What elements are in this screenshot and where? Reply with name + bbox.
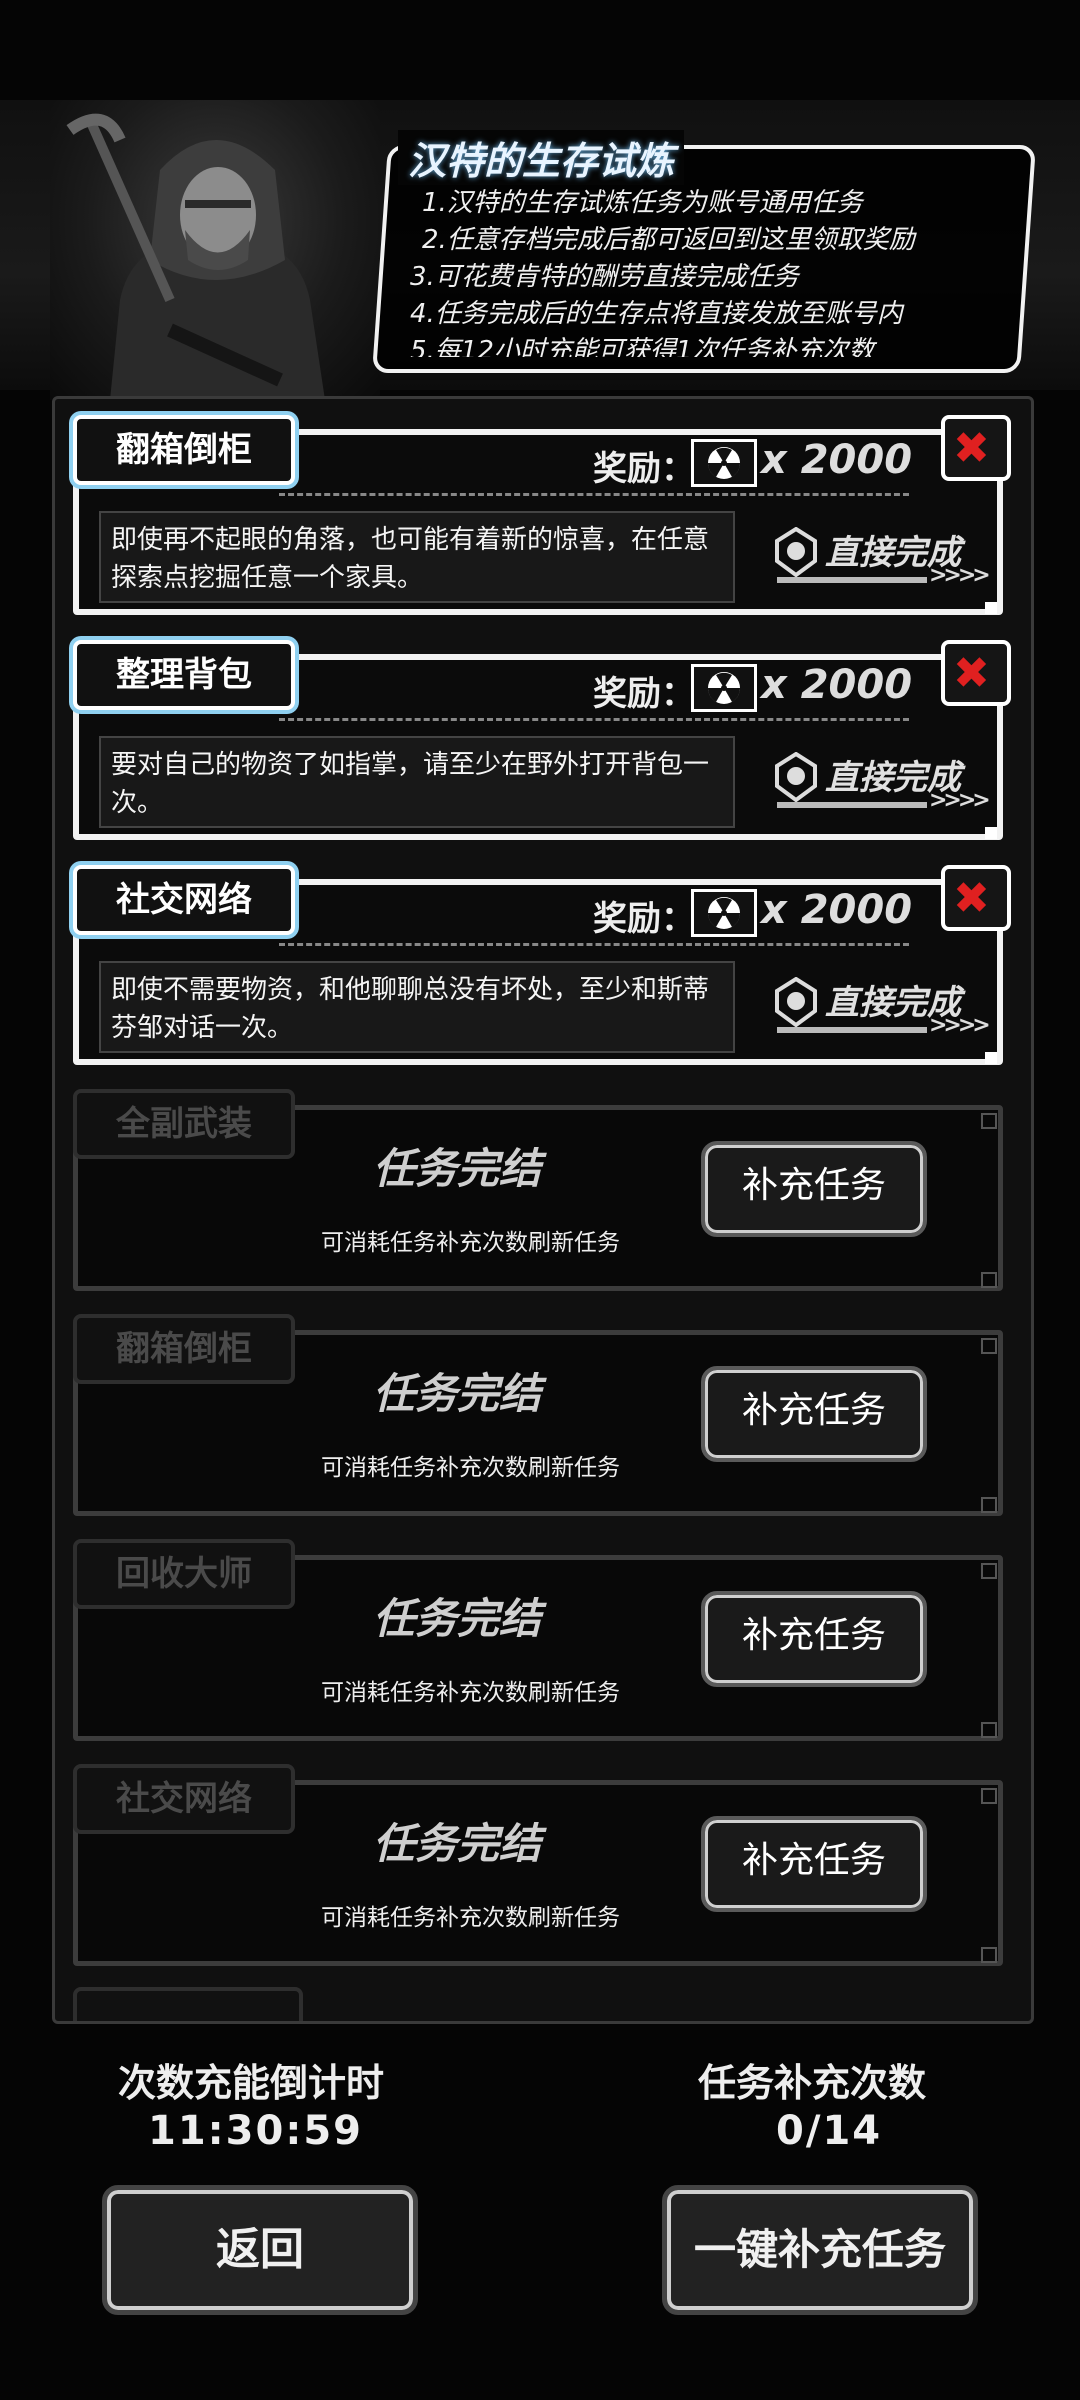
- corner-mark: [981, 1947, 997, 1963]
- task-name: 翻箱倒柜: [73, 415, 295, 485]
- task-name: 翻箱倒柜: [73, 1314, 295, 1384]
- task-name: 回收大师: [73, 1539, 295, 1609]
- complete-now-button[interactable]: 直接完成 >>>>: [773, 748, 991, 822]
- radiation-icon: [691, 439, 757, 487]
- corner-mark: [981, 1722, 997, 1738]
- task-status: 任务完结: [373, 1594, 542, 1643]
- countdown-label: 次数充能倒计时: [118, 2061, 385, 2105]
- close-x-icon[interactable]: ✖: [941, 640, 1011, 706]
- progress-bar: [777, 577, 927, 583]
- progress-bar: [777, 1027, 927, 1033]
- arrow-icon: >>>>: [929, 563, 991, 588]
- divider: [279, 943, 909, 946]
- next-task-card-partial: [73, 1987, 303, 2021]
- task-status: 任务完结: [373, 1819, 542, 1868]
- rule-item: 1.汉特的生存试炼任务为账号通用任务: [422, 188, 863, 218]
- task-hint: 可消耗任务补充次数刷新任务: [321, 1905, 620, 1931]
- corner-mark: [981, 1497, 997, 1513]
- corner-mark: [985, 827, 997, 839]
- task-description: 即使不需要物资，和他聊聊总没有坏处，至少和斯蒂芬邹对话一次。: [99, 961, 735, 1053]
- badge-icon: [773, 751, 819, 803]
- rule-item: 3.可花费肯特的酬劳直接完成任务: [410, 262, 799, 292]
- rules-list: 1.汉特的生存试炼任务为账号通用任务 2.任意存档完成后都可返回到这里领取奖励 …: [410, 185, 1010, 357]
- refill-count-value: 0/14: [776, 2108, 883, 2154]
- refill-count-label: 任务补充次数: [698, 2061, 927, 2105]
- task-card: 翻箱倒柜 ✖ 奖励： x 2000 即使再不起眼的角落，也可能有着新的惊喜，在任…: [73, 415, 1011, 618]
- task-card: 整理背包 ✖ 奖励： x 2000 要对自己的物资了如指掌，请至少在野外打开背包…: [73, 640, 1011, 843]
- reward-amount: x 2000: [761, 887, 913, 933]
- task-name: 全副武装: [73, 1089, 295, 1159]
- radiation-icon: [691, 889, 757, 937]
- corner-mark: [981, 1113, 997, 1129]
- finished-task-card: 翻箱倒柜 任务完结 可消耗任务补充次数刷新任务 补充任务: [73, 1314, 1011, 1519]
- refill-task-button[interactable]: 补充任务: [701, 1816, 927, 1912]
- corner-mark: [981, 1563, 997, 1579]
- task-status: 任务完结: [373, 1144, 542, 1193]
- divider: [279, 493, 909, 496]
- rule-item: 5.每12小时充能可获得1次任务补充次数: [410, 336, 875, 357]
- complete-now-button[interactable]: 直接完成 >>>>: [773, 973, 991, 1047]
- task-hint: 可消耗任务补充次数刷新任务: [321, 1680, 620, 1706]
- refill-task-button[interactable]: 补充任务: [701, 1141, 927, 1237]
- task-list[interactable]: 翻箱倒柜 ✖ 奖励： x 2000 即使再不起眼的角落，也可能有着新的惊喜，在任…: [52, 396, 1034, 2024]
- hunter-portrait: [50, 100, 380, 400]
- task-hint: 可消耗任务补充次数刷新任务: [321, 1455, 620, 1481]
- arrow-icon: >>>>: [929, 788, 991, 813]
- refill-task-button[interactable]: 补充任务: [701, 1366, 927, 1462]
- intro-title: 汉特的生存试炼: [398, 130, 685, 185]
- task-name: 整理背包: [73, 640, 295, 710]
- finished-task-card: 回收大师 任务完结 可消耗任务补充次数刷新任务 补充任务: [73, 1539, 1011, 1744]
- refill-task-button[interactable]: 补充任务: [701, 1591, 927, 1687]
- rule-item: 4.任务完成后的生存点将直接发放至账号内: [410, 299, 903, 329]
- finished-task-card: 社交网络 任务完结 可消耗任务补充次数刷新任务 补充任务: [73, 1764, 1011, 1969]
- corner-mark: [981, 1338, 997, 1354]
- task-name: 社交网络: [73, 1764, 295, 1834]
- reward-amount: x 2000: [761, 437, 913, 483]
- reward-amount: x 2000: [761, 662, 913, 708]
- reward-label: 奖励：: [593, 899, 695, 939]
- corner-mark: [985, 602, 997, 614]
- finished-task-card: 全副武装 任务完结 可消耗任务补充次数刷新任务 补充任务: [73, 1089, 1011, 1294]
- task-card: 社交网络 ✖ 奖励： x 2000 即使不需要物资，和他聊聊总没有坏处，至少和斯…: [73, 865, 1011, 1068]
- reward-label: 奖励：: [593, 674, 695, 714]
- countdown-value: 11:30:59: [148, 2108, 363, 2154]
- corner-mark: [981, 1272, 997, 1288]
- refill-all-button[interactable]: 一键补充任务: [662, 2185, 978, 2315]
- progress-bar: [777, 802, 927, 808]
- reward-label: 奖励：: [593, 449, 695, 489]
- divider: [279, 718, 909, 721]
- task-status: 任务完结: [373, 1369, 542, 1418]
- badge-icon: [773, 976, 819, 1028]
- badge-icon: [773, 526, 819, 578]
- corner-mark: [981, 1788, 997, 1804]
- task-name: 社交网络: [73, 865, 295, 935]
- radiation-icon: [691, 664, 757, 712]
- close-x-icon[interactable]: ✖: [941, 865, 1011, 931]
- corner-mark: [985, 1052, 997, 1064]
- rule-item: 2.任意存档完成后都可返回到这里领取奖励: [422, 225, 915, 255]
- task-description: 要对自己的物资了如指掌，请至少在野外打开背包一次。: [99, 736, 735, 828]
- task-hint: 可消耗任务补充次数刷新任务: [321, 1230, 620, 1256]
- close-x-icon[interactable]: ✖: [941, 415, 1011, 481]
- task-description: 即使再不起眼的角落，也可能有着新的惊喜，在任意探索点挖掘任意一个家具。: [99, 511, 735, 603]
- back-button[interactable]: 返回: [102, 2185, 418, 2315]
- arrow-icon: >>>>: [929, 1013, 991, 1038]
- complete-now-button[interactable]: 直接完成 >>>>: [773, 523, 991, 597]
